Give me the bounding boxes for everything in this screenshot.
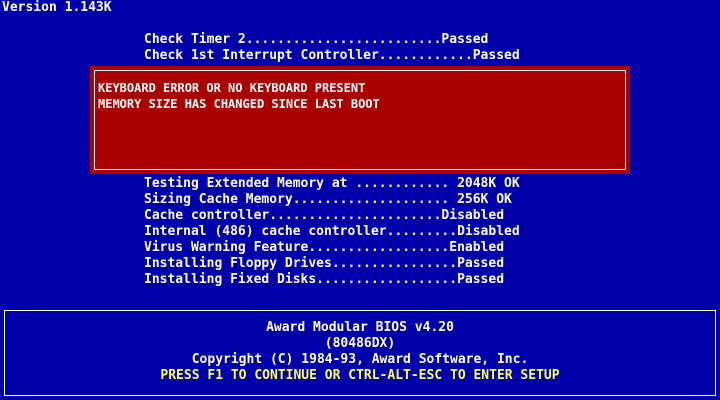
bios-name: Award Modular BIOS v4.20 (266, 320, 454, 335)
fixed-disks-line: Installing Fixed Disks..................… (144, 272, 505, 287)
check-interrupt-controller-line: Check 1st Interrupt Controller..........… (144, 48, 520, 63)
memory-size-changed-message: MEMORY SIZE HAS CHANGED SINCE LAST BOOT (98, 97, 380, 111)
cache-controller-line: Cache controller......................Di… (144, 208, 505, 223)
internal-cache-controller-line: Internal (486) cache controller.........… (144, 224, 520, 239)
virus-warning-line: Virus Warning Feature..................E… (144, 240, 505, 255)
keyboard-error-message: KEYBOARD ERROR OR NO KEYBOARD PRESENT (98, 81, 366, 95)
cache-memory-size-line: Sizing Cache Memory.................... … (144, 192, 512, 207)
copyright-notice: Copyright (C) 1984-93, Award Software, I… (191, 352, 529, 367)
bios-info-panel: Award Modular BIOS v4.20 (80486DX) Copyr… (4, 310, 716, 396)
cpu-type: (80486DX) (324, 336, 396, 351)
error-dialog: KEYBOARD ERROR OR NO KEYBOARD PRESENT ME… (90, 66, 630, 174)
check-timer-2-line: Check Timer 2.........................Pa… (144, 32, 489, 47)
bios-version: Version 1.143K (2, 0, 112, 15)
continue-setup-prompt: PRESS F1 TO CONTINUE OR CTRL-ALT-ESC TO … (160, 368, 560, 383)
floppy-drives-line: Installing Floppy Drives................… (144, 256, 505, 271)
extended-memory-test-line: Testing Extended Memory at ............ … (144, 176, 520, 191)
